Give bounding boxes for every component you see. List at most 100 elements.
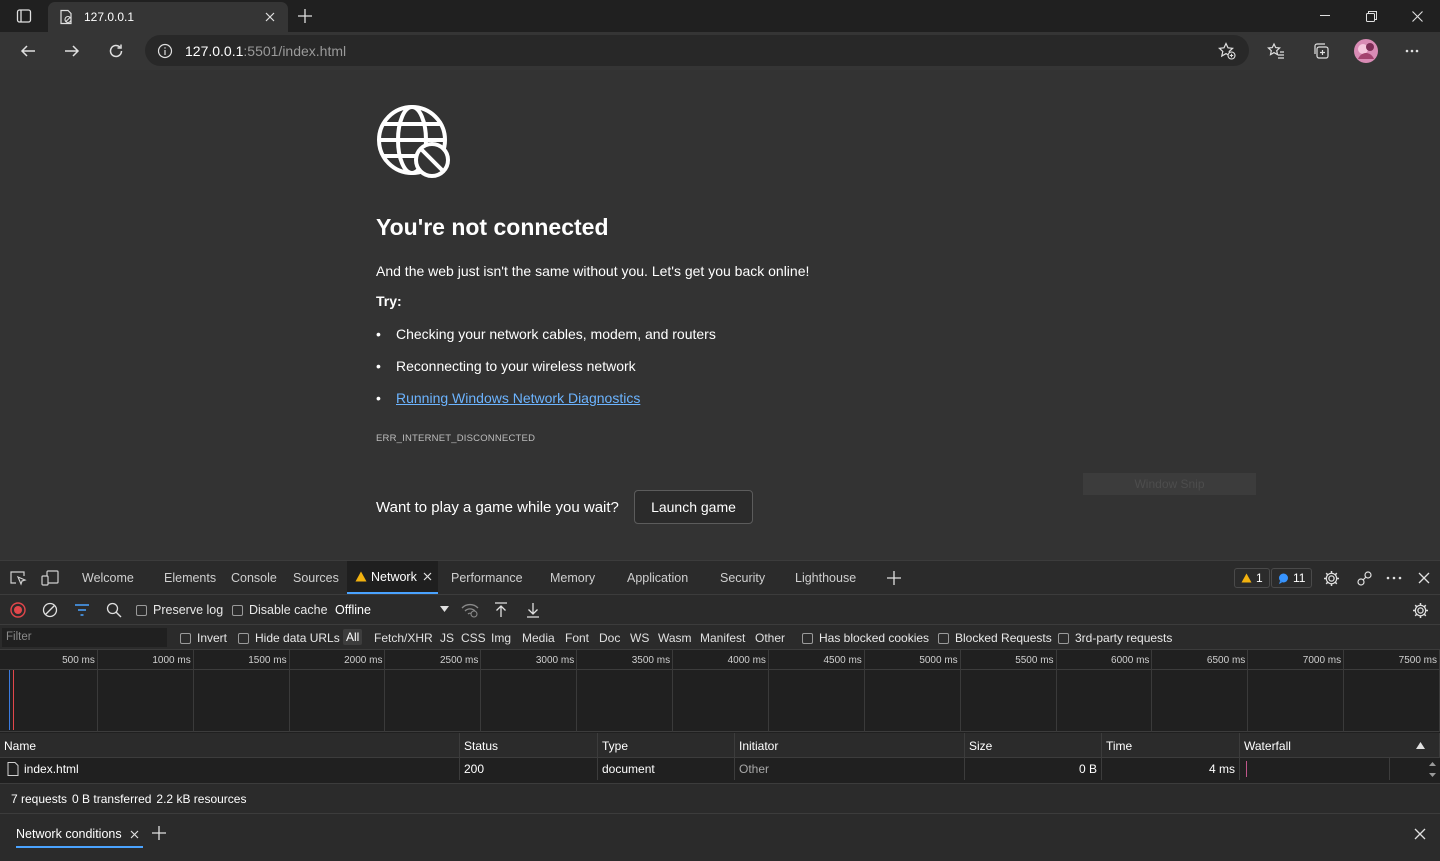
filter-type-other[interactable]: Other [755, 631, 785, 645]
suggestion-item: • Checking your network cables, modem, an… [376, 326, 716, 342]
column-name[interactable]: Name [0, 733, 460, 758]
collections-icon[interactable] [1305, 36, 1337, 66]
timeline-gridline [480, 650, 482, 732]
new-tab-icon[interactable] [294, 6, 316, 26]
warning-icon [355, 571, 367, 582]
filter-input[interactable]: Filter [2, 628, 167, 647]
timeline-gridline [96, 650, 98, 732]
preserve-log-checkbox[interactable]: Preserve log [136, 603, 223, 617]
tab-network[interactable]: Network [347, 561, 438, 594]
warnings-badge[interactable]: 1 [1234, 568, 1270, 588]
timeline-tick-label: 2000 ms [344, 655, 383, 666]
export-har-icon[interactable] [524, 601, 542, 619]
tab-actions-icon[interactable] [10, 6, 38, 26]
tab-application[interactable]: Application [627, 561, 688, 594]
has-blocked-cookies-checkbox[interactable]: Has blocked cookies [802, 631, 929, 645]
messages-badge[interactable]: 11 [1271, 568, 1313, 588]
favorites-icon[interactable] [1260, 36, 1292, 66]
record-icon[interactable] [9, 601, 27, 619]
cell-initiator: Other [735, 758, 965, 780]
checkbox-box [238, 632, 249, 644]
network-settings-icon[interactable] [1411, 601, 1429, 619]
filter-type-all[interactable]: All [343, 629, 363, 645]
settings-gear-icon[interactable] [1321, 568, 1341, 588]
hide-data-urls-checkbox[interactable]: Hide data URLs [238, 631, 340, 645]
filter-type-wasm[interactable]: Wasm [658, 631, 692, 645]
timeline-tick-label: 4000 ms [727, 655, 766, 666]
filter-type-media[interactable]: Media [522, 631, 555, 645]
filter-type-css[interactable]: CSS [461, 631, 486, 645]
minimize-icon[interactable] [1302, 0, 1348, 32]
tab-welcome[interactable]: Welcome [82, 561, 134, 594]
tab-lighthouse[interactable]: Lighthouse [795, 561, 856, 594]
waterfall-bar [1246, 761, 1247, 777]
timeline-gridline [1055, 650, 1057, 732]
close-window-icon[interactable] [1394, 0, 1440, 32]
table-header: Name Status Type Initiator Size Time Wat… [0, 733, 1440, 758]
add-favorite-icon[interactable] [1217, 41, 1237, 61]
close-tab-icon[interactable] [262, 9, 278, 25]
filter-icon[interactable] [73, 601, 91, 619]
timeline-tick-label: 4500 ms [823, 655, 862, 666]
inspect-element-icon[interactable] [8, 568, 28, 588]
checkbox-box [802, 632, 813, 644]
address-bar[interactable]: 127.0.0.1:5501/index.html [145, 35, 1249, 66]
more-devtools-options-icon[interactable] [1384, 568, 1404, 588]
column-initiator[interactable]: Initiator [735, 733, 965, 758]
tab-security[interactable]: Security [720, 561, 765, 594]
close-drawer-icon[interactable] [1412, 826, 1428, 842]
tab-sources[interactable]: Sources [293, 561, 339, 594]
add-drawer-tab-icon[interactable] [151, 825, 167, 841]
tab-elements[interactable]: Elements [164, 561, 216, 594]
column-size[interactable]: Size [965, 733, 1102, 758]
column-time[interactable]: Time [1102, 733, 1240, 758]
site-info-icon[interactable] [157, 43, 173, 59]
blocked-requests-checkbox[interactable]: Blocked Requests [938, 631, 1052, 645]
clear-icon[interactable] [41, 601, 59, 619]
table-scrollbar[interactable] [1424, 758, 1440, 781]
launch-game-button[interactable]: Launch game [634, 490, 753, 524]
import-har-icon[interactable] [492, 601, 510, 619]
devtools-tab-bar: Welcome Elements Console Sources Network… [0, 561, 1440, 595]
back-icon[interactable] [12, 36, 44, 66]
cell-size: 0 B [965, 758, 1102, 780]
close-devtools-icon[interactable] [1414, 568, 1434, 588]
column-waterfall[interactable]: Waterfall [1240, 733, 1440, 758]
close-drawer-tab-icon[interactable] [130, 830, 139, 839]
timeline-overview[interactable]: 500 ms 1000 ms 1500 ms 2000 ms 2500 ms 3000 m… [0, 650, 1440, 732]
suggestion-item: • Reconnecting to your wireless network [376, 358, 636, 374]
filter-type-doc[interactable]: Doc [599, 631, 620, 645]
profile-avatar[interactable] [1350, 36, 1382, 66]
refresh-icon[interactable] [100, 36, 132, 66]
third-party-requests-checkbox[interactable]: 3rd-party requests [1058, 631, 1172, 645]
restore-icon[interactable] [1348, 0, 1394, 32]
disable-cache-checkbox[interactable]: Disable cache [232, 603, 328, 617]
filter-type-js[interactable]: JS [440, 631, 454, 645]
network-conditions-icon[interactable] [461, 601, 479, 619]
timeline-gridline [1151, 650, 1153, 732]
summary-transferred: 0 B transferred [72, 791, 152, 806]
browser-tab[interactable]: 127.0.0.1 [48, 2, 288, 32]
device-emulation-icon[interactable] [40, 568, 60, 588]
more-options-icon[interactable] [1396, 36, 1428, 66]
add-tab-icon[interactable] [884, 568, 904, 588]
invert-checkbox[interactable]: Invert [180, 631, 227, 645]
diagnostics-link[interactable]: • Running Windows Network Diagnostics [376, 390, 640, 406]
column-status[interactable]: Status [460, 733, 598, 758]
remote-devices-icon[interactable] [1354, 568, 1374, 588]
column-type[interactable]: Type [598, 733, 735, 758]
close-network-tab-icon[interactable] [423, 572, 432, 581]
chevron-down-icon [440, 606, 449, 612]
tab-console[interactable]: Console [231, 561, 277, 594]
throttling-select[interactable]: Offline [331, 600, 451, 620]
tab-memory[interactable]: Memory [550, 561, 595, 594]
tab-performance[interactable]: Performance [451, 561, 523, 594]
forward-icon[interactable] [56, 36, 88, 66]
filter-type-img[interactable]: Img [491, 631, 511, 645]
search-icon[interactable] [105, 601, 123, 619]
drawer-tab-network-conditions[interactable]: Network conditions [16, 822, 143, 848]
filter-type-font[interactable]: Font [565, 631, 589, 645]
filter-type-manifest[interactable]: Manifest [700, 631, 745, 645]
filter-type-fetch-xhr[interactable]: Fetch/XHR [374, 631, 433, 645]
filter-type-ws[interactable]: WS [630, 631, 649, 645]
